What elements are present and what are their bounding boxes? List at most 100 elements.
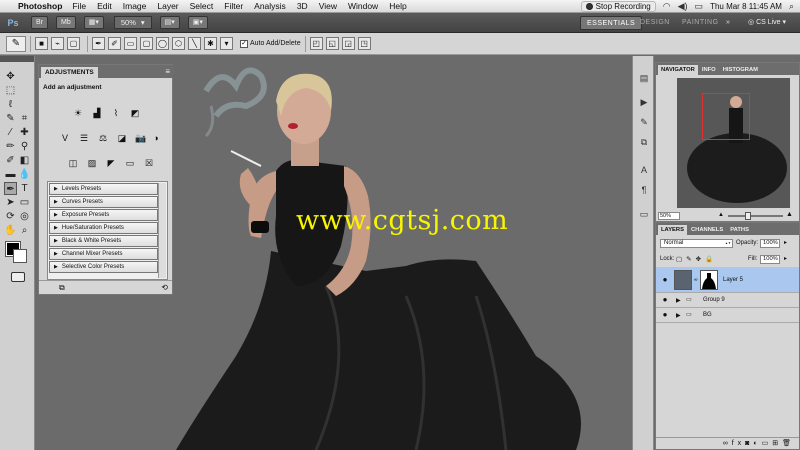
pen-tool-icon[interactable]: ✒ (4, 182, 17, 195)
line-icon[interactable]: ╲ (188, 37, 201, 50)
3d-rotate-tool-icon[interactable]: ⟳ (4, 210, 17, 223)
actions-panel-icon[interactable]: ▶ (638, 96, 650, 108)
marquee-tool-icon[interactable]: ⬚ (4, 84, 17, 97)
gradient-tool-icon[interactable]: ▬ (4, 168, 17, 181)
quick-mask-icon[interactable] (11, 272, 25, 282)
battery-icon[interactable]: ▭ (695, 1, 704, 12)
new-group-icon[interactable]: ▭ (762, 440, 773, 447)
navigator-thumbnail[interactable] (677, 78, 790, 208)
background-color-swatch[interactable] (13, 249, 27, 263)
type-tool-icon[interactable]: T (18, 182, 31, 195)
menu-layer[interactable]: Layer (157, 1, 178, 11)
new-adjustment-icon[interactable]: ◐ (753, 440, 761, 447)
menu-clock[interactable]: Thu Mar 8 11:45 AM (710, 2, 782, 11)
healing-brush-tool-icon[interactable]: ✚ (18, 126, 31, 139)
list-item[interactable]: ▶ Curves Presets (49, 196, 158, 208)
path-selection-tool-icon[interactable]: ➤ (4, 196, 17, 209)
threshold-icon[interactable]: ◤ (104, 157, 118, 170)
eye-icon[interactable]: ● (658, 308, 672, 322)
volume-icon[interactable]: ◀) (678, 1, 688, 12)
history-brush-tool-icon[interactable]: ✐ (4, 154, 17, 167)
quick-selection-tool-icon[interactable]: ✎ (4, 112, 17, 125)
eye-icon[interactable]: ● (658, 293, 672, 307)
arrange-documents-button[interactable]: ▤▾ (159, 16, 180, 29)
screen-mode-button[interactable]: ▣▾ (187, 16, 208, 29)
layer-row-group-9[interactable]: ● ▶ ▭ Group 9 (656, 293, 799, 308)
zoom-tool-icon[interactable]: ⌕ (18, 224, 31, 237)
freeform-pen-icon[interactable]: ✐ (108, 37, 121, 50)
exposure-icon[interactable]: ◩ (128, 107, 142, 120)
navigator-zoom-input[interactable]: 50% (658, 212, 680, 220)
new-layer-icon[interactable]: ⊞ (772, 440, 782, 447)
menu-window[interactable]: Window (348, 1, 378, 11)
blur-tool-icon[interactable]: 💧 (18, 168, 31, 181)
workspace-essentials[interactable]: ESSENTIALS (580, 16, 643, 30)
list-item[interactable]: ▶ Black & White Presets (49, 235, 158, 247)
chevron-right-icon[interactable]: ▸ (784, 239, 787, 246)
eyedropper-tool-icon[interactable]: ⁄ (4, 126, 17, 139)
lasso-tool-icon[interactable]: ℓ (4, 98, 17, 111)
eraser-tool-icon[interactable]: ◧ (18, 154, 31, 167)
layer-style-icon[interactable]: fx (732, 440, 745, 447)
list-item[interactable]: ▶ Selective Color Presets (49, 261, 158, 273)
list-item[interactable]: ▶ Levels Presets (49, 183, 158, 195)
document-canvas[interactable]: www.cgtsj.com (176, 56, 629, 450)
chevron-right-icon[interactable]: ▸ (784, 255, 787, 262)
custom-shape-icon[interactable]: ✱ (204, 37, 217, 50)
curves-icon[interactable]: ⌇ (109, 107, 123, 120)
slider-knob[interactable] (745, 212, 751, 220)
shape-layers-icon[interactable]: ■ (35, 37, 48, 50)
clip-to-layer-icon[interactable]: ⧉ (59, 283, 65, 293)
menu-filter[interactable]: Filter (224, 1, 243, 11)
polygon-icon[interactable]: ⬡ (172, 37, 185, 50)
vibrance-icon[interactable]: V (58, 132, 72, 145)
opacity-input[interactable]: 100% (760, 239, 780, 248)
layer-row-bg[interactable]: ● ▶ ▭ BG (656, 308, 799, 323)
posterize-icon[interactable]: ▨ (85, 157, 99, 170)
blend-mode-select[interactable]: Normal (660, 239, 733, 248)
pen-icon[interactable]: ✒ (92, 37, 105, 50)
adjustments-panel-header[interactable]: ADJUSTMENTS ≡ (39, 65, 174, 78)
fill-pixels-icon[interactable]: ▢ (67, 37, 80, 50)
disclosure-triangle-icon[interactable]: ▶ (676, 297, 681, 304)
tab-layers[interactable]: LAYERS (658, 225, 687, 235)
eye-icon[interactable]: ● (658, 273, 672, 287)
tab-histogram[interactable]: HISTOGRAM (720, 65, 761, 75)
menu-analysis[interactable]: Analysis (254, 1, 286, 11)
layer-mask-thumbnail[interactable] (700, 270, 718, 290)
list-item[interactable]: ▶ Exposure Presets (49, 209, 158, 221)
navigator-view-box[interactable] (702, 93, 750, 140)
zoom-level-select[interactable]: 50% ▾ (113, 16, 152, 29)
geometry-options-icon[interactable]: ▾ (220, 37, 233, 50)
launch-bridge-button[interactable]: Br (31, 16, 48, 29)
panel-menu-icon[interactable]: ≡ (165, 67, 170, 76)
zoom-in-icon[interactable]: ▲ (786, 211, 793, 218)
disclosure-triangle-icon[interactable]: ▶ (676, 312, 681, 319)
menu-file[interactable]: File (72, 1, 86, 11)
chain-link-icon[interactable]: ∞ (694, 277, 698, 283)
lock-options-icon[interactable]: ▢✎✥🔒 (676, 255, 717, 263)
gradient-map-icon[interactable]: ▭ (123, 157, 137, 170)
tab-adjustments[interactable]: ADJUSTMENTS (41, 67, 98, 78)
pen-tool-preset-icon[interactable]: ✎ (6, 35, 26, 52)
subtract-path-icon[interactable]: ◱ (325, 37, 339, 50)
brushes-panel-icon[interactable]: ✎ (638, 116, 650, 128)
history-panel-icon[interactable]: ▤ (638, 72, 650, 84)
workspace-painting[interactable]: PAINTING (676, 16, 725, 30)
workspace-design[interactable]: DESIGN (634, 16, 676, 30)
auto-add-delete-checkbox[interactable]: ✓ Auto Add/Delete (240, 39, 301, 48)
spotlight-search-icon[interactable]: ⌕ (789, 1, 794, 12)
hand-tool-icon[interactable]: ✋ (4, 224, 17, 237)
navigator-zoom-slider[interactable] (728, 215, 783, 217)
levels-icon[interactable]: ▟ (90, 107, 104, 120)
wifi-icon[interactable]: ◠ (663, 1, 671, 12)
rectangle-shape-icon[interactable]: ▭ (124, 37, 137, 50)
menu-image[interactable]: Image (123, 1, 147, 11)
fill-input[interactable]: 100% (760, 255, 780, 264)
menu-app-name[interactable]: Photoshop (18, 1, 62, 11)
menu-help[interactable]: Help (389, 1, 406, 11)
presets-scrollbar[interactable] (158, 183, 166, 278)
link-layers-icon[interactable]: ∞ (723, 440, 732, 447)
menu-3d[interactable]: 3D (297, 1, 308, 11)
clone-stamp-tool-icon[interactable]: ⚲ (18, 140, 31, 153)
